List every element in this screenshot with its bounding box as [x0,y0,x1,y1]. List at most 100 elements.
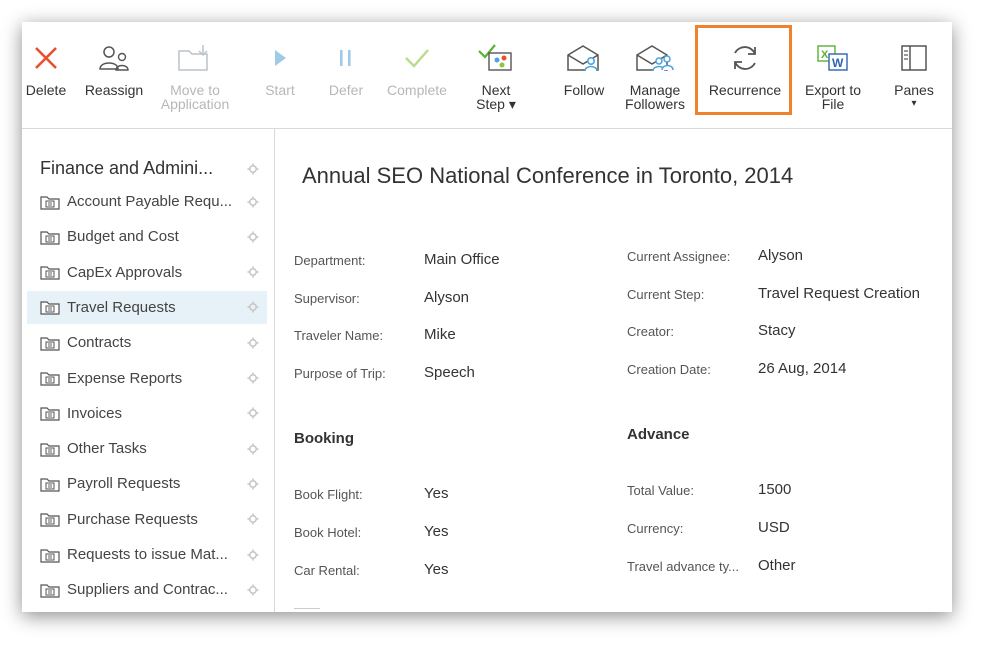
panes-icon [901,45,927,71]
advance-field-label: Currency: [627,521,684,536]
booking-field-value: Yes [424,485,449,502]
manage-followers-label-1: Manage [629,82,681,98]
checkmark-icon [405,49,429,68]
follow-label: Follow [563,82,605,98]
booking-field-label: Book Flight: [294,487,363,502]
info-field-label: Traveler Name: [294,328,384,343]
svg-text:X: X [821,49,829,61]
defer-label: Defer [328,82,364,98]
folder-move-icon [178,45,208,71]
info-field-label: Supervisor: [294,291,360,306]
folder-icon [40,372,60,386]
complete-label: Complete [387,82,447,98]
sidebar-item[interactable]: CapEx Approvals [27,256,267,289]
panes-label-2: ▾ [911,98,917,109]
info-field-label: Department: [294,253,366,268]
reassign-button[interactable]: Reassign [82,22,146,128]
next-step-button[interactable]: Next Step ▾ [468,22,524,128]
advance-field-value: USD [758,519,790,536]
sidebar-item-label: Requests to issue Mat... [67,546,228,563]
manage-followers-button[interactable]: Manage Followers [620,22,690,128]
gear-icon[interactable] [247,478,259,490]
delete-icon [35,47,57,69]
start-label: Start [265,82,295,98]
status-field-label: Creator: [627,324,674,339]
export-to-file-button[interactable]: XW Export to File [800,22,866,128]
page-title: Annual SEO National Conference in Toront… [302,163,794,188]
gear-icon[interactable] [247,443,259,455]
sidebar-item-label: Other Tasks [67,440,147,458]
folder-icon [40,231,60,245]
start-button[interactable]: Start [258,22,302,128]
sidebar-item-label: Purchase Requests [67,510,198,528]
app-window: Delete Reassign Move to Application Star… [22,22,952,612]
sidebar-item-label: Payroll Requests [67,475,181,493]
svg-text:W: W [832,56,844,70]
status-field-value: Stacy [758,322,796,339]
folder-icon [40,478,60,492]
booking-field-value: Yes [424,561,449,578]
next-step-label-1: Next [481,82,511,98]
defer-button[interactable]: Defer [324,22,368,128]
sidebar-item-label: Suppliers and Contrac... [67,581,228,599]
booking-field-value: Yes [424,523,449,540]
move-to-application-label-2: Application [160,96,230,112]
sidebar-item[interactable]: Expense Reports [27,362,267,395]
booking-field-label: Car Rental: [294,563,360,578]
reassign-icon [99,46,129,71]
booking-section-title: Booking [294,430,354,447]
folder-icon [40,513,60,527]
sidebar-item-label: Expense Reports [67,369,183,387]
sidebar-item[interactable]: Other Tasks [27,432,267,465]
follow-button[interactable]: Follow [556,22,612,128]
gear-icon[interactable] [247,231,259,243]
status-field-label: Current Assignee: [627,249,731,264]
gear-icon[interactable] [247,266,259,278]
sidebar-item-label: Contracts [67,334,132,352]
gear-icon[interactable] [247,549,259,561]
pause-icon [340,50,351,66]
sidebar-item[interactable]: Travel Requests [27,290,267,324]
export-to-file-icon: XW [817,45,848,71]
follow-icon [567,45,599,72]
sidebar-item[interactable]: Budget and Cost [27,220,267,253]
gear-icon[interactable] [247,196,259,208]
sidebar-item[interactable]: Contracts [27,326,267,359]
play-icon [275,50,286,66]
delete-button[interactable]: Delete [22,22,70,128]
status-field-label: Current Step: [627,287,705,302]
advance-field-value: 1500 [758,481,792,498]
panes-button[interactable]: Panes ▾ [888,22,940,128]
gear-icon[interactable] [247,372,259,384]
booking-field-label: Book Hotel: [294,525,362,540]
gear-icon[interactable] [247,513,259,525]
sidebar-item[interactable]: Purchase Requests [27,503,267,536]
export-to-file-label-1: Export to [804,82,862,98]
next-step-icon [478,44,512,71]
gear-icon[interactable] [247,301,259,313]
next-step-label-2: Step ▾ [476,96,516,112]
gear-icon[interactable] [247,407,259,419]
sidebar-item-label: CapEx Approvals [67,263,183,281]
advance-field-label: Total Value: [627,483,694,498]
advance-field-value: Other [758,557,796,574]
sidebar-title[interactable]: Finance and Admini... [40,158,213,179]
move-to-application-button[interactable]: Move to Application [152,22,238,128]
gear-icon[interactable] [247,337,259,349]
sidebar-item[interactable]: Account Payable Requ... [27,185,267,218]
gear-icon[interactable] [247,584,259,596]
folder-icon [40,195,60,210]
complete-button[interactable]: Complete [384,22,450,128]
gear-icon[interactable] [247,163,259,175]
folder-icon [40,301,60,315]
sidebar-item-label: Invoices [67,404,123,422]
sidebar-item[interactable]: Invoices [27,397,267,430]
folder-icon [40,337,60,351]
sidebar-item[interactable]: Suppliers and Contrac... [27,573,267,606]
folder-icon [40,266,60,280]
info-field-value: Mike [424,326,456,343]
sidebar-item[interactable]: Payroll Requests [27,467,267,500]
sidebar-item[interactable]: Requests to issue Mat... [27,538,267,571]
delete-label: Delete [25,82,67,98]
info-field-label: Purpose of Trip: [294,366,386,381]
